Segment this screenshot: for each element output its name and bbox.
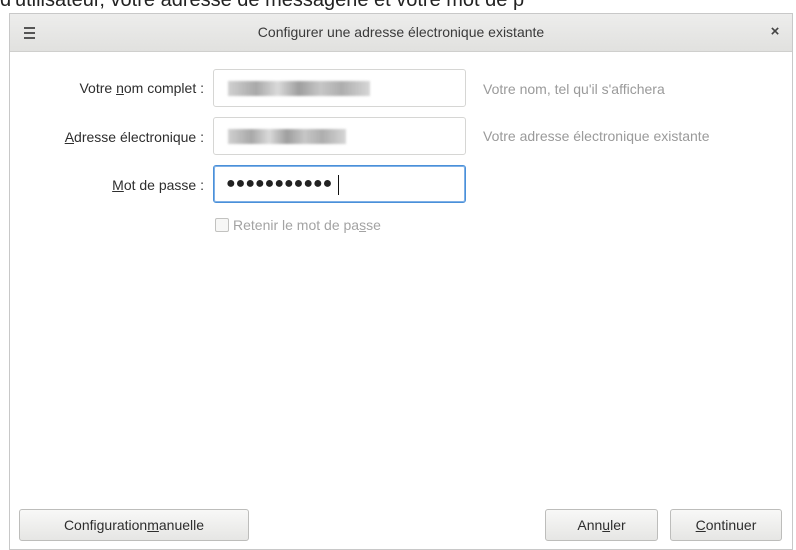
dialog-window: Configurer une adresse électronique exis…	[9, 13, 793, 550]
password-label: Mot de passe :	[112, 177, 204, 193]
continue-button[interactable]: Continuer	[670, 509, 782, 541]
title-bar: Configurer une adresse électronique exis…	[10, 14, 792, 52]
full-name-input[interactable]	[213, 69, 466, 107]
cancel-button[interactable]: Ann u ler	[545, 509, 658, 541]
email-input[interactable]	[213, 117, 466, 155]
remember-password-checkbox[interactable]	[215, 218, 229, 232]
text-caret	[338, 175, 339, 195]
redacted-name-value	[228, 81, 370, 96]
manual-configuration-button[interactable]: Configuration m anuelle	[19, 509, 249, 541]
password-masked-value: ●●●●●●●●●●●	[226, 175, 333, 192]
background-caption: d'utilisateur, votre adresse de messager…	[0, 0, 525, 11]
full-name-hint: Votre nom, tel qu'il s'affichera	[483, 81, 665, 97]
close-icon[interactable]: ×	[766, 23, 784, 41]
dialog-title: Configurer une adresse électronique exis…	[257, 24, 545, 40]
redacted-email-value	[228, 129, 346, 144]
full-name-label: Votre nom complet :	[79, 80, 204, 96]
email-hint: Votre adresse électronique existante	[483, 128, 710, 144]
email-label: Adresse électronique :	[64, 129, 204, 145]
password-input[interactable]: ●●●●●●●●●●●	[213, 165, 466, 203]
remember-password-row[interactable]: Retenir le mot de passe	[215, 217, 381, 233]
remember-password-label: Retenir le mot de passe	[233, 217, 381, 233]
